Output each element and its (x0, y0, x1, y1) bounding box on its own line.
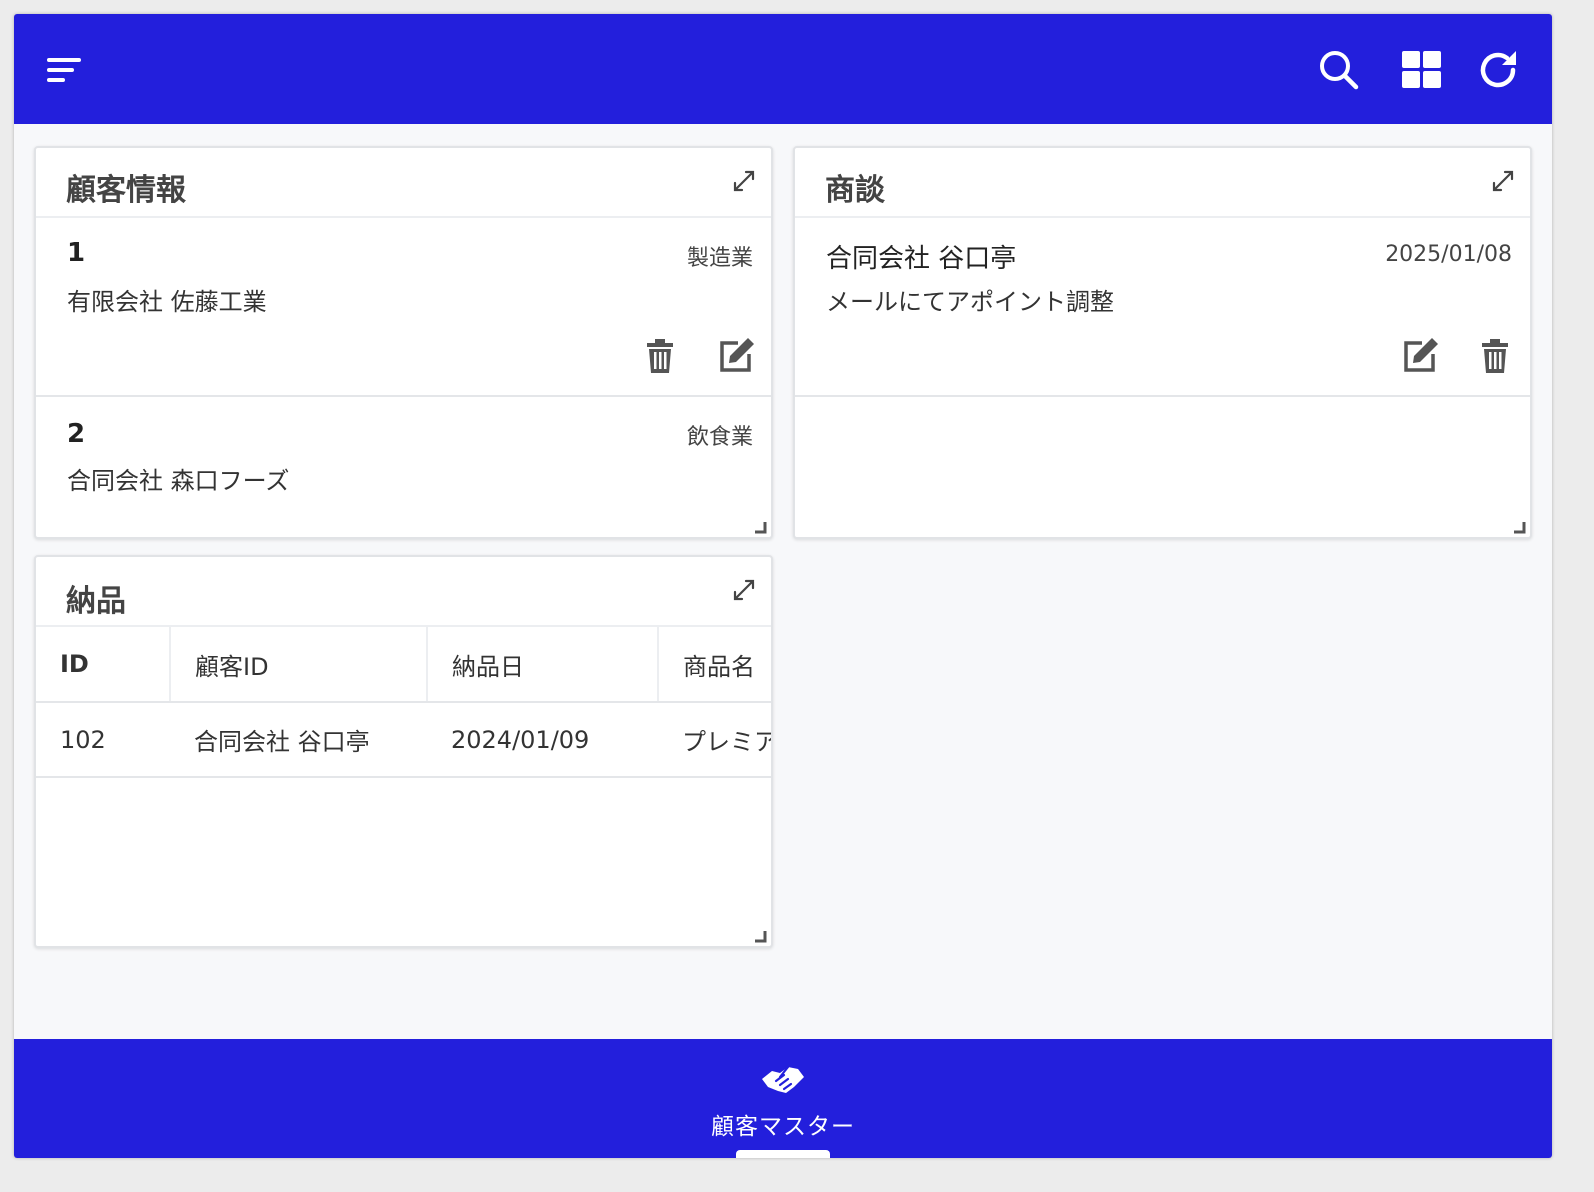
active-indicator (736, 1150, 830, 1158)
app-window: 顧客情報 1 製造業 有限会社 佐藤工業 2 飲食業 合同会社 森口フーズ 商談… (14, 14, 1552, 1158)
card-header: 納品 (36, 557, 771, 627)
column-header-id[interactable]: ID (36, 627, 171, 703)
customer-id: 2 (67, 419, 86, 449)
menu-icon[interactable] (44, 47, 90, 93)
delivery-card: 納品 ID 顧客ID 納品日 商品名 102 合同会社 谷口亭 2024/01/… (34, 555, 773, 948)
deal-company: 合同会社 谷口亭 (826, 244, 1017, 274)
column-header-product-name[interactable]: 商品名 (658, 627, 771, 703)
card-header: 商談 (795, 148, 1530, 218)
deal-note: メールにてアポイント調整 (826, 288, 1114, 316)
column-header-customer-id[interactable]: 顧客ID (170, 627, 428, 703)
resize-handle-icon[interactable] (1512, 519, 1526, 534)
customer-info-card: 顧客情報 1 製造業 有限会社 佐藤工業 2 飲食業 合同会社 森口フーズ (34, 146, 773, 539)
search-icon[interactable] (1316, 47, 1362, 93)
customer-name: 合同会社 森口フーズ (67, 467, 290, 495)
industry-label: 製造業 (686, 246, 753, 271)
refresh-icon[interactable] (1476, 47, 1522, 93)
delete-icon[interactable] (1475, 336, 1515, 376)
bottom-nav: 顧客マスター (14, 1039, 1552, 1158)
deal-date: 2025/01/08 (1385, 242, 1512, 267)
card-title: 納品 (66, 584, 126, 619)
table-row[interactable]: 102 合同会社 谷口亭 2024/01/09 プレミア (36, 702, 771, 778)
cell-product: プレミア (658, 702, 771, 778)
cell-id: 102 (36, 702, 170, 778)
resize-handle-icon[interactable] (753, 928, 767, 943)
deals-card: 商談 合同会社 谷口亭 2025/01/08 メールにてアポイント調整 (793, 146, 1532, 539)
nav-label[interactable]: 顧客マスター (14, 1107, 1552, 1141)
expand-icon[interactable] (729, 575, 759, 605)
handshake-icon[interactable] (758, 1057, 808, 1099)
edit-icon[interactable] (716, 336, 756, 376)
cell-date: 2024/01/09 (427, 702, 658, 778)
customer-id: 1 (67, 238, 86, 268)
delete-icon[interactable] (640, 336, 680, 376)
list-item[interactable]: 合同会社 谷口亭 2025/01/08 メールにてアポイント調整 (795, 218, 1530, 397)
card-header: 顧客情報 (36, 148, 771, 218)
grid-icon[interactable] (1399, 47, 1445, 93)
delivery-table: ID 顧客ID 納品日 商品名 102 合同会社 谷口亭 2024/01/09 … (36, 627, 771, 778)
edit-icon[interactable] (1400, 336, 1440, 376)
list-item[interactable]: 2 飲食業 合同会社 森口フーズ (36, 397, 771, 537)
list-item[interactable]: 1 製造業 有限会社 佐藤工業 (36, 218, 771, 397)
card-title: 商談 (825, 173, 885, 208)
column-header-delivery-date[interactable]: 納品日 (427, 627, 659, 703)
expand-icon[interactable] (729, 166, 759, 196)
card-title: 顧客情報 (66, 173, 186, 208)
resize-handle-icon[interactable] (753, 519, 767, 534)
expand-icon[interactable] (1488, 166, 1518, 196)
industry-label: 飲食業 (686, 425, 753, 450)
customer-name: 有限会社 佐藤工業 (67, 288, 267, 316)
table-header-row: ID 顧客ID 納品日 商品名 (36, 627, 771, 703)
app-header (14, 14, 1552, 124)
cell-customer: 合同会社 谷口亭 (170, 702, 427, 778)
